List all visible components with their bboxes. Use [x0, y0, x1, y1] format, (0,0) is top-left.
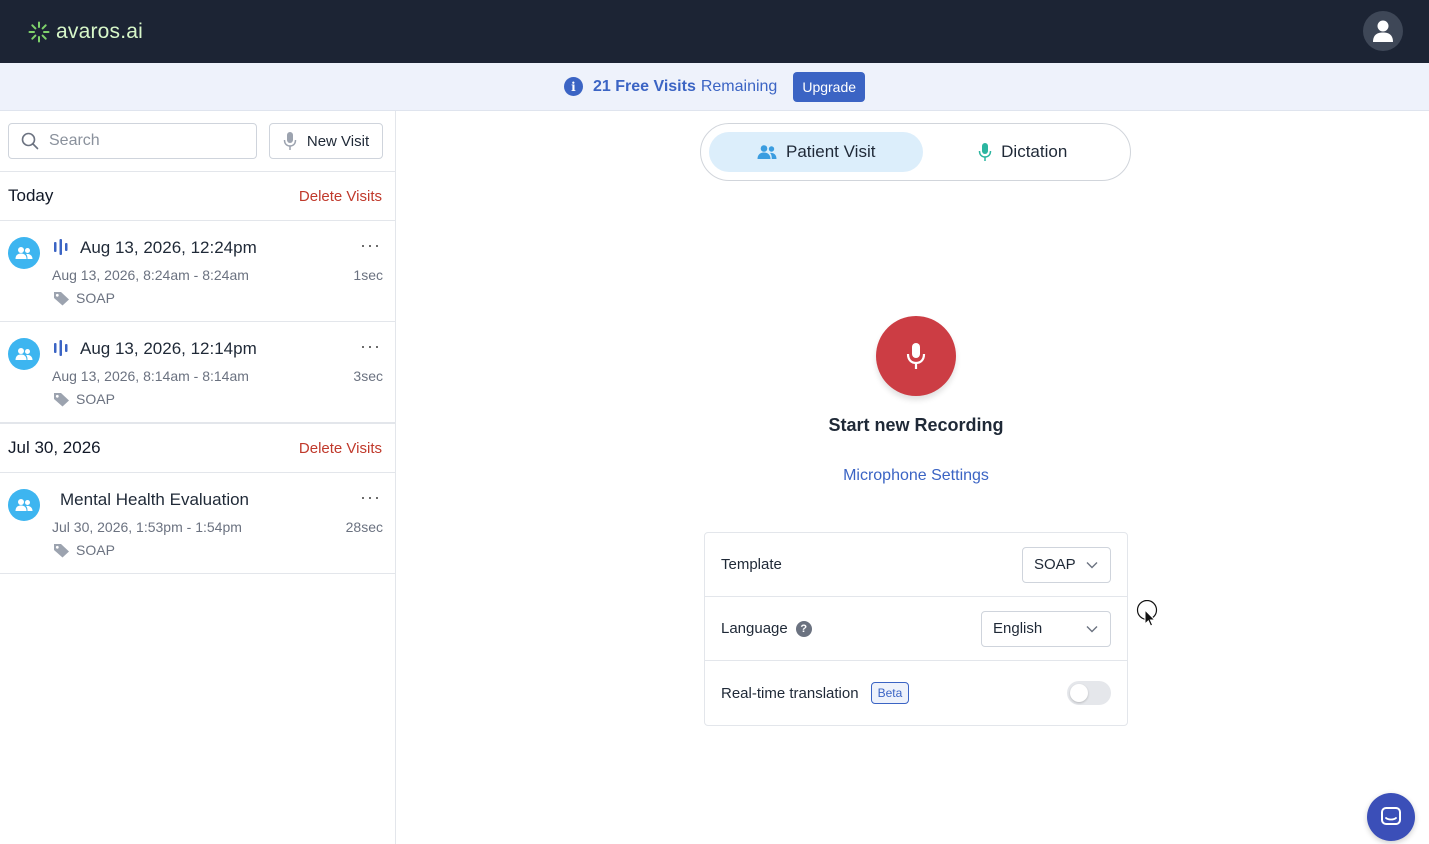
brand-logo[interactable]: avaros.ai [28, 20, 143, 44]
visits-sidebar: New Visit Today Delete Visits Aug 13, 20… [0, 111, 396, 844]
audio-wave-icon [54, 340, 68, 356]
group-title: Jul 30, 2026 [8, 438, 101, 457]
delete-visits-link[interactable]: Delete Visits [299, 188, 382, 205]
template-label: Template [721, 556, 782, 573]
mouse-cursor-icon [1136, 600, 1158, 627]
translation-label: Real-time translation [721, 684, 859, 702]
new-visit-button[interactable]: New Visit [269, 123, 383, 159]
visit-tag-label: SOAP [76, 542, 115, 558]
template-select[interactable]: SOAP [1022, 546, 1111, 583]
language-label-group: Language ? [721, 620, 812, 637]
visit-duration: 3sec [353, 368, 383, 384]
tab-dictation[interactable]: Dictation [923, 132, 1122, 172]
mode-switch: Patient Visit Dictation [700, 123, 1131, 181]
chevron-down-icon [1086, 625, 1098, 632]
audio-wave-icon [54, 239, 68, 255]
group-header-today: Today Delete Visits [0, 171, 395, 221]
visit-item[interactable]: Aug 13, 2026, 12:14pm ··· Aug 13, 2026, … [0, 322, 395, 423]
language-select[interactable]: English [981, 610, 1111, 647]
group-header-jul-30: Jul 30, 2026 Delete Visits [0, 423, 395, 473]
microphone-icon [283, 132, 297, 150]
group-title: Today [8, 186, 54, 205]
tag-icon [54, 543, 69, 557]
upgrade-button[interactable]: Upgrade [793, 71, 866, 102]
visit-tag: SOAP [53, 290, 115, 306]
tag-icon [54, 392, 69, 406]
translation-label-group: Real-time translation Beta [721, 682, 910, 704]
new-visit-label: New Visit [306, 132, 370, 150]
search-field[interactable] [8, 123, 257, 159]
translation-toggle[interactable] [1067, 681, 1111, 705]
visit-tag: SOAP [53, 542, 115, 558]
microphone-icon [906, 343, 926, 369]
visit-duration: 1sec [353, 267, 383, 283]
visit-tag-label: SOAP [76, 290, 115, 306]
language-label: Language [721, 620, 788, 637]
microphone-settings-link[interactable]: Microphone Settings [716, 467, 1116, 485]
user-avatar-button[interactable] [1363, 11, 1403, 51]
patient-group-icon [8, 338, 40, 370]
template-value: SOAP [1034, 556, 1076, 573]
free-visits-banner: i 21 Free Visits Remaining Upgrade [0, 63, 1429, 111]
visit-title: Aug 13, 2026, 12:24pm [80, 238, 257, 257]
beta-badge: Beta [870, 682, 910, 704]
start-recording-label: Start new Recording [828, 415, 1004, 435]
chat-icon [1381, 807, 1401, 825]
chevron-down-icon [1086, 561, 1098, 568]
brand-name: avaros.ai [56, 19, 144, 43]
language-value: English [993, 620, 1043, 637]
visit-item[interactable]: Aug 13, 2026, 12:24pm ··· Aug 13, 2026, … [0, 221, 395, 322]
users-icon [757, 145, 777, 159]
top-bar: avaros.ai [0, 0, 1429, 63]
visit-time-range: Jul 30, 2026, 1:53pm - 1:54pm [52, 519, 242, 535]
tab-label: Patient Visit [785, 142, 876, 161]
visit-duration: 28sec [345, 519, 383, 535]
visit-item[interactable]: Mental Health Evaluation ··· Jul 30, 202… [0, 473, 395, 574]
visit-time-range: Aug 13, 2026, 8:24am - 8:24am [52, 267, 249, 283]
search-input[interactable] [49, 132, 239, 150]
visit-time-range: Aug 13, 2026, 8:14am - 8:14am [52, 368, 249, 384]
tab-label: Dictation [1001, 142, 1068, 161]
tag-icon [54, 291, 69, 305]
sunburst-icon [28, 21, 50, 42]
main-panel: Patient Visit Dictation Start new Record… [396, 111, 1429, 844]
patient-group-icon [8, 237, 40, 269]
patient-group-icon [8, 489, 40, 521]
visit-title: Mental Health Evaluation [60, 490, 250, 509]
toggle-knob [1070, 684, 1088, 702]
search-icon [21, 132, 39, 150]
info-icon: i [563, 77, 583, 96]
free-visits-remaining: Remaining [700, 77, 778, 95]
tab-patient-visit[interactable]: Patient Visit [709, 132, 924, 172]
free-visits-count: 21 Free Visits [592, 77, 696, 95]
microphone-icon [978, 143, 992, 161]
visit-tag-label: SOAP [76, 391, 115, 407]
more-options-icon[interactable]: ··· [360, 487, 381, 508]
start-recording-button[interactable] [876, 316, 956, 396]
recording-settings-card: Template SOAP Language ? English Real-ti… [704, 532, 1128, 726]
more-options-icon[interactable]: ··· [360, 336, 381, 357]
user-icon [1373, 20, 1393, 42]
translation-row: Real-time translation Beta [705, 661, 1127, 725]
delete-visits-link[interactable]: Delete Visits [299, 440, 382, 457]
language-row: Language ? English [705, 597, 1127, 661]
chat-launcher-button[interactable] [1367, 793, 1415, 841]
help-icon[interactable]: ? [795, 620, 812, 637]
visit-title: Aug 13, 2026, 12:14pm [80, 339, 257, 358]
template-row: Template SOAP [705, 533, 1127, 597]
visit-tag: SOAP [53, 391, 115, 407]
more-options-icon[interactable]: ··· [360, 235, 381, 256]
